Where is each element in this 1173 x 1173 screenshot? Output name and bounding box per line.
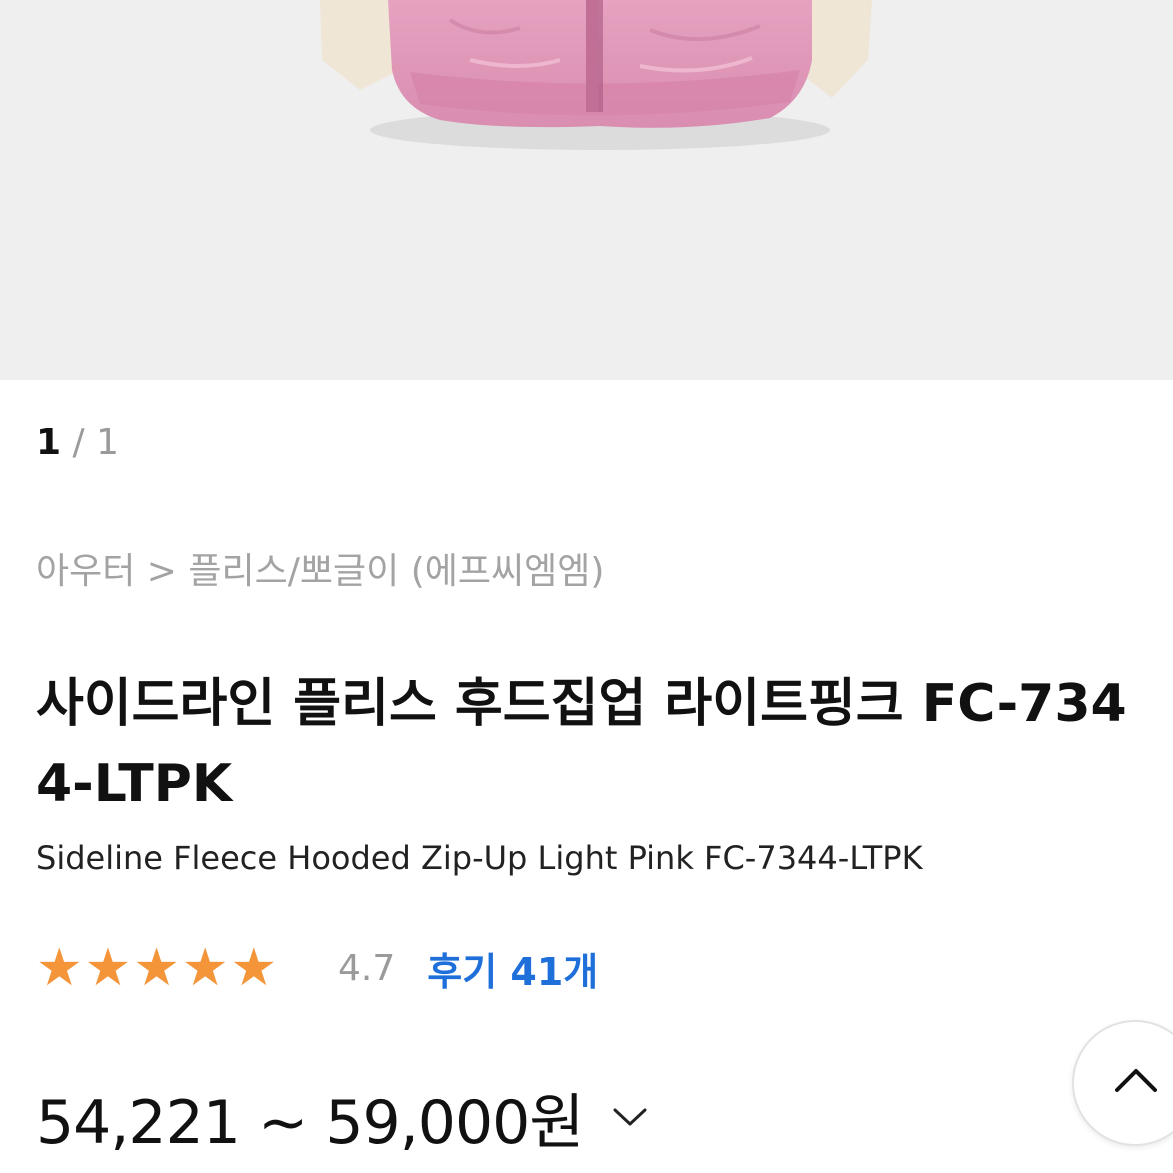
star-rating: ★★★★★ ★★★★★ — [36, 940, 318, 996]
scroll-to-top-button[interactable] — [1072, 1020, 1173, 1146]
rating-value: 4.7 — [338, 947, 396, 989]
product-image[interactable] — [0, 0, 1173, 380]
price-toggle-button[interactable] — [608, 1095, 652, 1139]
rating-row: ★★★★★ ★★★★★ 4.7 후기 41개 — [36, 938, 598, 998]
image-counter: 1 / 1 — [36, 420, 119, 466]
product-title: 사이드라인 플리스 후드집업 라이트핑크 FC-7344-LTPK — [36, 674, 1127, 814]
chevron-down-icon — [613, 1108, 647, 1126]
jacket-illustration — [320, 0, 872, 150]
category-breadcrumb[interactable]: 아우터 > 플리스/뽀글이 (에프씨엠엠) — [36, 546, 604, 598]
image-counter-current: 1 — [36, 422, 62, 463]
price-row: 54,221 ~ 59,000원 — [36, 1080, 652, 1158]
reviews-link[interactable]: 후기 41개 — [427, 941, 598, 996]
chevron-up-icon — [1115, 1069, 1157, 1092]
image-counter-separator: / — [72, 422, 85, 463]
price-range: 54,221 ~ 59,000원 — [36, 1087, 585, 1158]
product-detail-page: 1 / 1 아우터 > 플리스/뽀글이 (에프씨엠엠) 사이드라인 플리스 후드… — [0, 0, 1173, 1173]
image-counter-total: 1 — [96, 422, 120, 463]
product-subtitle: Sideline Fleece Hooded Zip-Up Light Pink… — [36, 839, 923, 877]
star-rating-fill: ★★★★★ — [36, 940, 280, 996]
